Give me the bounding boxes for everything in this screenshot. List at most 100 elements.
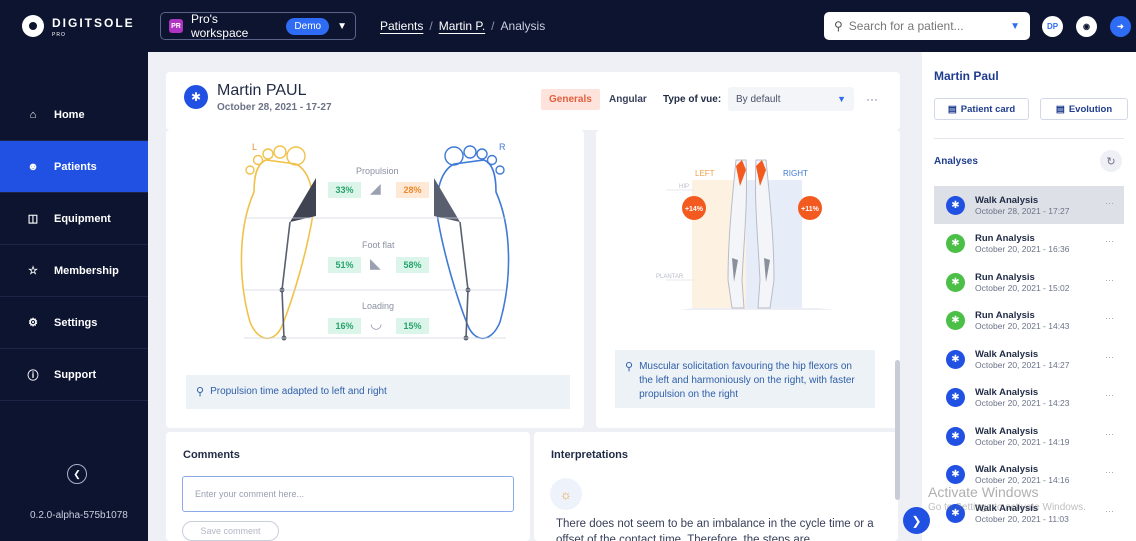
main-scrollbar[interactable] [895,360,900,500]
analysis-date: October 20, 2021 - 14:23 [975,397,1070,408]
analysis-texts: Walk Analysis October 20, 2021 - 14:23 [975,387,1070,408]
patient-side-panel: Martin Paul ▤ Patient card ▤ Evolution A… [922,52,1136,541]
analysis-date: October 28, 2021 - 17:27 [975,205,1070,216]
user-avatar[interactable]: DP [1042,16,1063,37]
vue-type-value: By default [736,93,781,105]
interpretations-text: There does not seem to be an imbalance i… [556,518,874,541]
more-options-icon[interactable]: ··· [1105,429,1114,439]
vue-type-select[interactable]: By default ▼ [728,87,854,111]
analysis-date: October 20, 2021 - 16:36 [975,243,1070,254]
evolution-label: Evolution [1068,103,1113,115]
side-panel-patient-name[interactable]: Martin Paul [934,69,999,83]
analysis-list-item[interactable]: ✱ Walk Analysis October 28, 2021 - 17:27… [934,186,1124,224]
muscle-right-label: RIGHT [783,169,808,178]
brand-logo[interactable]: DIGITSOLE PRO [0,14,160,38]
support-icon: ⓘ [27,369,39,382]
patients-icon: ☻ [27,160,39,173]
loading-left-value: 16% [328,318,361,334]
chevron-down-icon[interactable]: ▼ [1010,21,1020,32]
analysis-list-item[interactable]: ✱ Walk Analysis October 20, 2021 - 14:23… [934,378,1124,416]
walk-icon: ✱ [184,85,208,109]
analysis-list-item[interactable]: ✱ Run Analysis October 20, 2021 - 15:02 … [934,263,1124,301]
activate-windows-subtext: Go to Settings to activate Windows. [928,502,1086,513]
comment-input[interactable] [182,476,514,512]
refresh-icon[interactable]: ↻ [1100,150,1122,172]
walk-icon: ✱ [946,426,965,446]
sidebar-item-label: Settings [54,316,98,329]
hip-label: HIP [679,184,689,190]
propulsion-info-text: Propulsion time adapted to left and righ… [210,386,387,397]
muscle-info-text: Muscular solicitation favouring the hip … [639,361,855,400]
analysis-list-item[interactable]: ✱ Run Analysis October 20, 2021 - 14:43 … [934,301,1124,339]
floor [680,308,834,310]
more-options-icon[interactable]: ··· [1105,313,1114,323]
more-options-icon[interactable]: ··· [1105,198,1114,208]
left-hip-value: +14% [685,206,704,213]
foot-flat-left-value: 51% [328,257,361,273]
patient-search[interactable]: ⚲ ▼ [824,12,1030,40]
workspace-selector[interactable]: PR Pro's workspace Demo ▼ [160,12,356,40]
analysis-list-item[interactable]: ✱ Run Analysis October 20, 2021 - 16:36 … [934,224,1124,262]
interpretations-title: Interpretations [551,449,629,461]
analysis-title: Run Analysis [975,271,1035,283]
sidebar-item-membership[interactable]: ☆ Membership [0,245,148,297]
collapse-sidebar-button[interactable]: ❮ [67,464,87,484]
analysis-texts: Run Analysis October 20, 2021 - 15:02 [975,272,1070,293]
patient-card-button[interactable]: ▤ Patient card [934,98,1029,120]
analysis-list-item[interactable]: ✱ Walk Analysis October 20, 2021 - 14:19… [934,417,1124,455]
evolution-button[interactable]: ▤ Evolution [1040,98,1128,120]
muscle-left-label: LEFT [695,169,715,178]
search-icon: ⚲ [834,19,843,33]
logout-icon[interactable]: ➜ [1110,16,1131,37]
analysis-title: Walk Analysis [975,463,1039,475]
analysis-texts: Run Analysis October 20, 2021 - 16:36 [975,233,1070,254]
membership-icon: ☆ [28,265,38,277]
equipment-icon: ◫ [27,213,39,225]
more-options-icon[interactable]: ··· [1105,275,1114,285]
analysis-list-item[interactable]: ✱ Walk Analysis October 20, 2021 - 14:27… [934,340,1124,378]
lightbulb-icon: ⚲ [196,386,205,398]
more-options-icon[interactable]: ··· [1105,390,1114,400]
sidebar-item-settings[interactable]: ⚙ Settings [0,297,148,349]
left-foot-outline [240,145,316,341]
chevron-down-icon: ▼ [337,20,347,32]
app-version: 0.2.0-alpha-575b1078 [30,510,128,521]
tab-angular[interactable]: Angular [609,94,647,105]
breadcrumb-patient[interactable]: Martin P. [439,19,485,33]
sidebar-item-support[interactable]: ⓘ Support [0,349,148,401]
more-options-icon[interactable]: ··· [1105,467,1114,477]
sidebar-item-label: Equipment [54,212,111,225]
expand-panel-button[interactable]: ❯ [903,507,930,534]
patient-card-icon: ▤ [947,103,957,115]
breadcrumb: Patients / Martin P. / Analysis [380,19,545,33]
top-bar: DIGITSOLE PRO PR Pro's workspace Demo ▼ … [0,0,1136,52]
right-hip-value: +11% [801,206,819,213]
analysis-texts: Walk Analysis October 20, 2021 - 14:19 [975,426,1070,447]
more-options-icon[interactable]: ··· [1105,236,1114,246]
lightbulb-icon: ⚲ [625,361,634,373]
comments-title: Comments [183,449,240,461]
bell-icon[interactable]: ◉ [1076,16,1097,37]
home-icon: ⌂ [29,108,37,121]
more-options-icon[interactable]: ··· [866,92,878,106]
breadcrumb-patients[interactable]: Patients [380,19,423,33]
evolution-icon: ▤ [1055,103,1065,115]
analysis-title: Walk Analysis [975,425,1039,437]
more-options-icon[interactable]: ··· [1105,352,1114,362]
workspace-name: Pro's workspace [190,12,249,40]
comments-card: Comments Save comment [166,432,530,541]
search-input[interactable] [848,19,989,33]
breadcrumb-separator: / [491,19,495,33]
shoe-icon: ◡ [370,315,383,331]
left-foot-label: L [252,142,257,152]
sidebar-item-equipment[interactable]: ◫ Equipment [0,193,148,245]
analysis-texts: Walk Analysis October 28, 2021 - 17:27 [975,195,1070,216]
propulsion-left-value: 33% [328,182,361,198]
right-foot-label: R [499,142,506,152]
more-options-icon[interactable]: ··· [1105,506,1114,516]
sidebar-item-patients[interactable]: ☻ Patients [0,141,148,193]
sidebar-item-home[interactable]: ⌂ Home [0,89,148,141]
save-comment-button[interactable]: Save comment [182,521,279,541]
tab-generals[interactable]: Generals [541,89,600,110]
shoe-icon: ◢ [370,180,381,196]
